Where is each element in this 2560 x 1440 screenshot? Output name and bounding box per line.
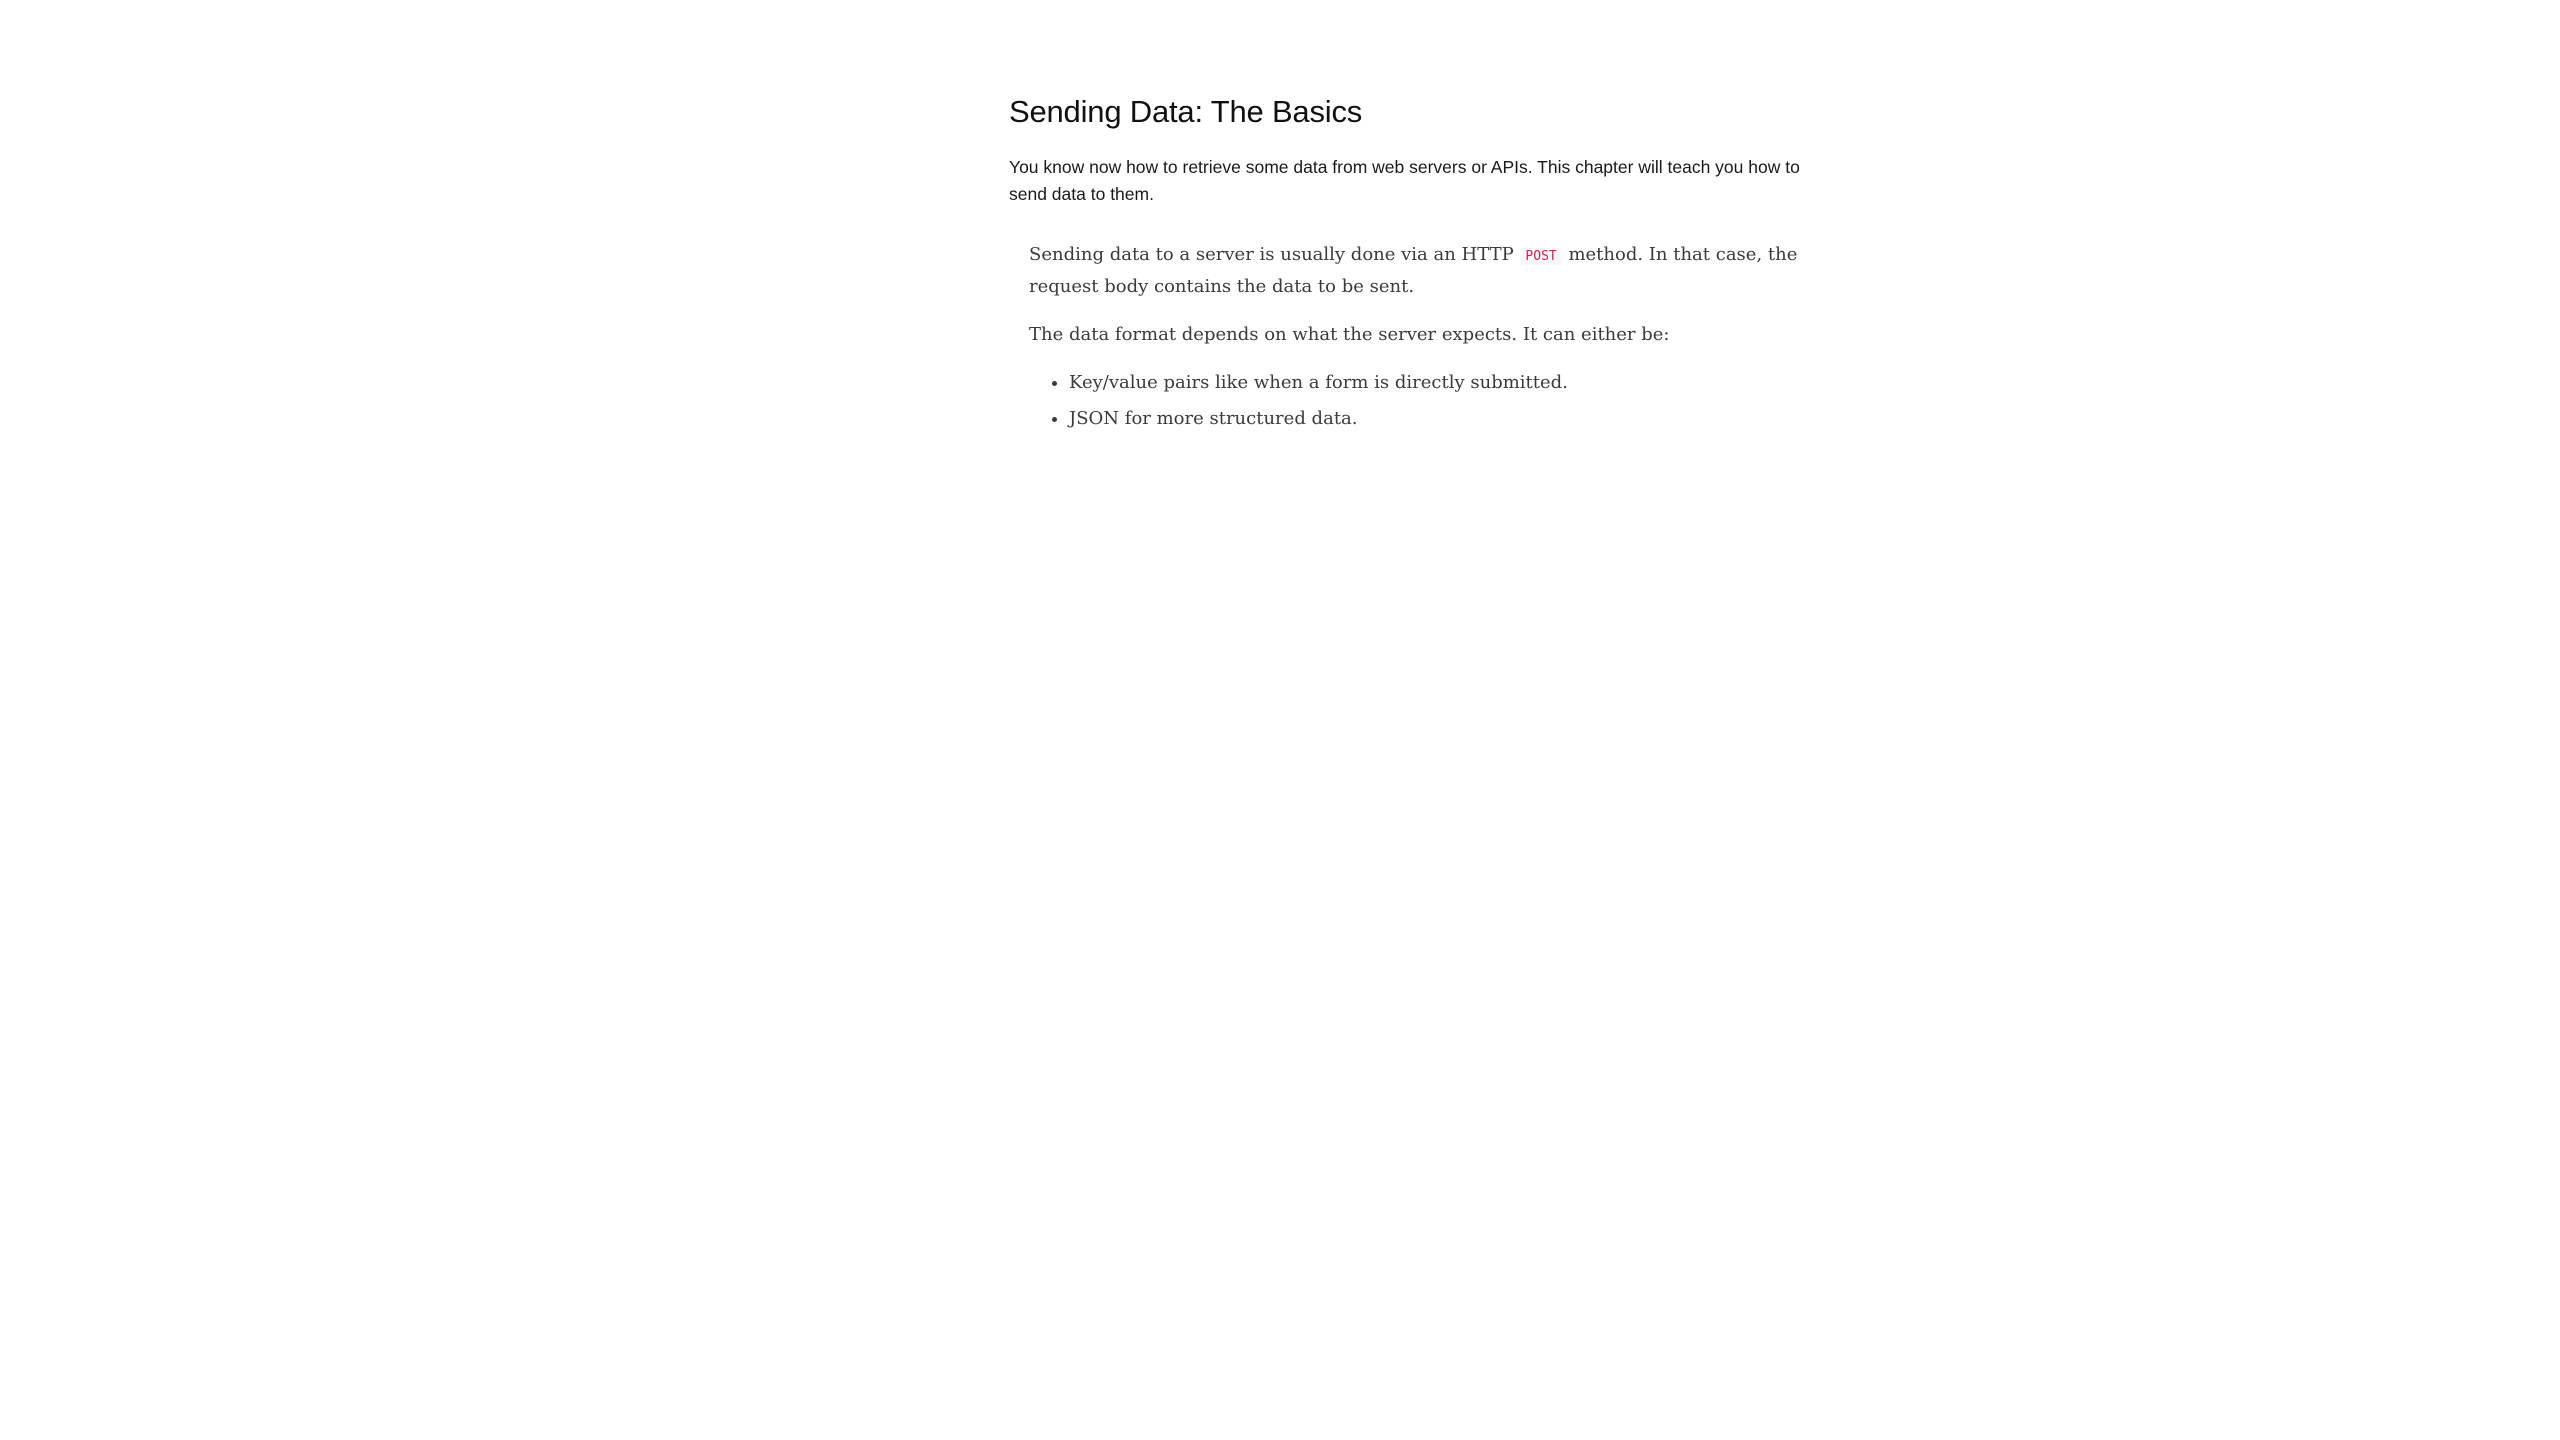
data-format-list: Key/value pairs like when a form is dire… [1029, 368, 1819, 434]
paragraph-post-method: Sending data to a server is usually done… [1029, 240, 1819, 302]
chapter-intro: You know now how to retrieve some data f… [1009, 157, 1800, 204]
list-item: Key/value pairs like when a form is dire… [1069, 368, 1819, 398]
paragraph-data-format: The data format depends on what the serv… [1029, 324, 1670, 345]
page-title: Sending Data: The Basics [1009, 94, 1363, 129]
list-item: JSON for more structured data. [1069, 404, 1819, 434]
article-body: Sending data to a server is usually done… [1029, 240, 1819, 434]
paragraph-text-before-code: Sending data to a server is usually done… [1029, 244, 1520, 265]
inline-code-post: POST [1521, 248, 1561, 265]
page: Sending Data: The Basics You know now ho… [0, 0, 2560, 1440]
article: Sending Data: The Basics You know now ho… [1009, 80, 1829, 440]
